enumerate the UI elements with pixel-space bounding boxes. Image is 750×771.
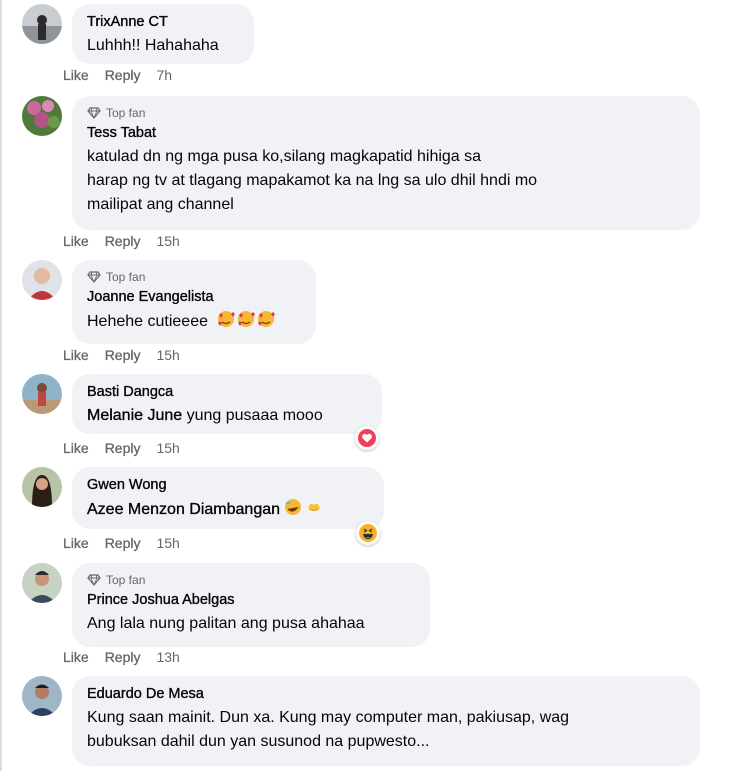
reply-button[interactable]: Reply bbox=[105, 649, 141, 665]
comment-line: bubuksan dahil dun yan susunod na pupwes… bbox=[87, 733, 430, 750]
top-fan-label: Top fan bbox=[106, 106, 146, 120]
comment-time[interactable]: 15h bbox=[156, 440, 179, 456]
heart-reaction-icon[interactable] bbox=[355, 426, 379, 450]
top-fan-badge: Top fan bbox=[87, 105, 685, 121]
avatar[interactable] bbox=[22, 563, 62, 603]
comment-text: Luhhh!! Hahahaha bbox=[87, 37, 219, 54]
like-button[interactable]: Like bbox=[63, 347, 89, 363]
comment-text-body: Hehehe cutieeee bbox=[87, 313, 208, 330]
avatar[interactable] bbox=[22, 676, 62, 716]
avatar[interactable] bbox=[22, 467, 62, 507]
comment-time[interactable]: 15h bbox=[156, 233, 179, 249]
avatar[interactable] bbox=[22, 96, 62, 136]
comment-text: Hehehe cutieeee bbox=[87, 309, 301, 334]
rolling-laughing-emoji bbox=[284, 499, 324, 518]
comment-actions: Like Reply 13h bbox=[63, 649, 180, 665]
top-fan-badge: Top fan bbox=[87, 572, 415, 588]
comment-text-body: yung pusaaa mooo bbox=[182, 407, 323, 424]
like-button[interactable]: Like bbox=[63, 649, 89, 665]
comment-text: Melanie June yung pusaaa mooo bbox=[87, 404, 367, 428]
thread-border bbox=[0, 0, 2, 771]
comment-time[interactable]: 13h bbox=[156, 649, 179, 665]
comment-actions: Like Reply 7h bbox=[63, 67, 172, 83]
comment-bubble: Basti Dangca Melanie June yung pusaaa mo… bbox=[72, 374, 382, 434]
avatar[interactable] bbox=[22, 260, 62, 300]
reply-button[interactable]: Reply bbox=[105, 67, 141, 83]
reply-button[interactable]: Reply bbox=[105, 535, 141, 551]
comment-text: katulad dn ng mga pusa ko,silang magkapa… bbox=[87, 145, 685, 217]
avatar[interactable] bbox=[22, 4, 62, 44]
like-button[interactable]: Like bbox=[63, 67, 89, 83]
smiling-hearts-emoji bbox=[217, 311, 277, 330]
comment-actions: Like Reply 15h bbox=[63, 440, 180, 456]
reply-button[interactable]: Reply bbox=[105, 440, 141, 456]
comment-text: Ang lala nung palitan ang pusa ahahaa bbox=[87, 615, 365, 632]
diamond-icon bbox=[87, 271, 101, 283]
top-fan-label: Top fan bbox=[106, 270, 146, 284]
comment-bubble: Gwen Wong Azee Menzon Diambangan bbox=[72, 467, 384, 529]
comment-author[interactable]: Basti Dangca bbox=[87, 383, 367, 402]
comment-actions: Like Reply 15h bbox=[63, 535, 180, 551]
comment-bubble: Top fan Tess Tabat katulad dn ng mga pus… bbox=[72, 96, 700, 230]
top-fan-badge: Top fan bbox=[87, 269, 301, 285]
diamond-icon bbox=[87, 574, 101, 586]
reply-button[interactable]: Reply bbox=[105, 347, 141, 363]
haha-reaction-icon[interactable] bbox=[356, 521, 380, 545]
comment-line: katulad dn ng mga pusa ko,silang magkapa… bbox=[87, 148, 482, 165]
comment-time[interactable]: 7h bbox=[156, 67, 172, 83]
comment-time[interactable]: 15h bbox=[156, 347, 179, 363]
reply-button[interactable]: Reply bbox=[105, 233, 141, 249]
comment-author[interactable]: Prince Joshua Abelgas bbox=[87, 591, 415, 610]
comment-bubble: Top fan Prince Joshua Abelgas Ang lala n… bbox=[72, 563, 430, 647]
mention-link[interactable]: Azee Menzon Diambangan bbox=[87, 501, 280, 518]
diamond-icon bbox=[87, 107, 101, 119]
comment-time[interactable]: 15h bbox=[156, 535, 179, 551]
like-button[interactable]: Like bbox=[63, 535, 89, 551]
comment-author[interactable]: Joanne Evangelista bbox=[87, 288, 301, 307]
comment-author[interactable]: Tess Tabat bbox=[87, 124, 685, 143]
comment-actions: Like Reply 15h bbox=[63, 233, 180, 249]
comment-line: Kung saan mainit. Dun xa. Kung may compu… bbox=[87, 709, 570, 726]
comment-author[interactable]: TrixAnne CT bbox=[87, 13, 239, 32]
comment-actions: Like Reply 15h bbox=[63, 347, 180, 363]
like-button[interactable]: Like bbox=[63, 440, 89, 456]
comment-bubble: TrixAnne CT Luhhh!! Hahahaha bbox=[72, 4, 254, 64]
comment-text: Kung saan mainit. Dun xa. Kung may compu… bbox=[87, 706, 685, 754]
avatar[interactable] bbox=[22, 374, 62, 414]
comment-line: mailipat ang channel bbox=[87, 196, 234, 213]
top-fan-label: Top fan bbox=[106, 573, 146, 587]
like-button[interactable]: Like bbox=[63, 233, 89, 249]
comment-author[interactable]: Gwen Wong bbox=[87, 476, 369, 495]
comment-bubble: Top fan Joanne Evangelista Hehehe cutiee… bbox=[72, 260, 316, 344]
comment-bubble: Eduardo De Mesa Kung saan mainit. Dun xa… bbox=[72, 676, 700, 766]
comment-text: Azee Menzon Diambangan bbox=[87, 497, 369, 522]
mention-link[interactable]: Melanie June bbox=[87, 407, 183, 424]
comment-line: harap ng tv at tlagang mapakamot ka na l… bbox=[87, 172, 538, 189]
comment-author[interactable]: Eduardo De Mesa bbox=[87, 685, 685, 704]
